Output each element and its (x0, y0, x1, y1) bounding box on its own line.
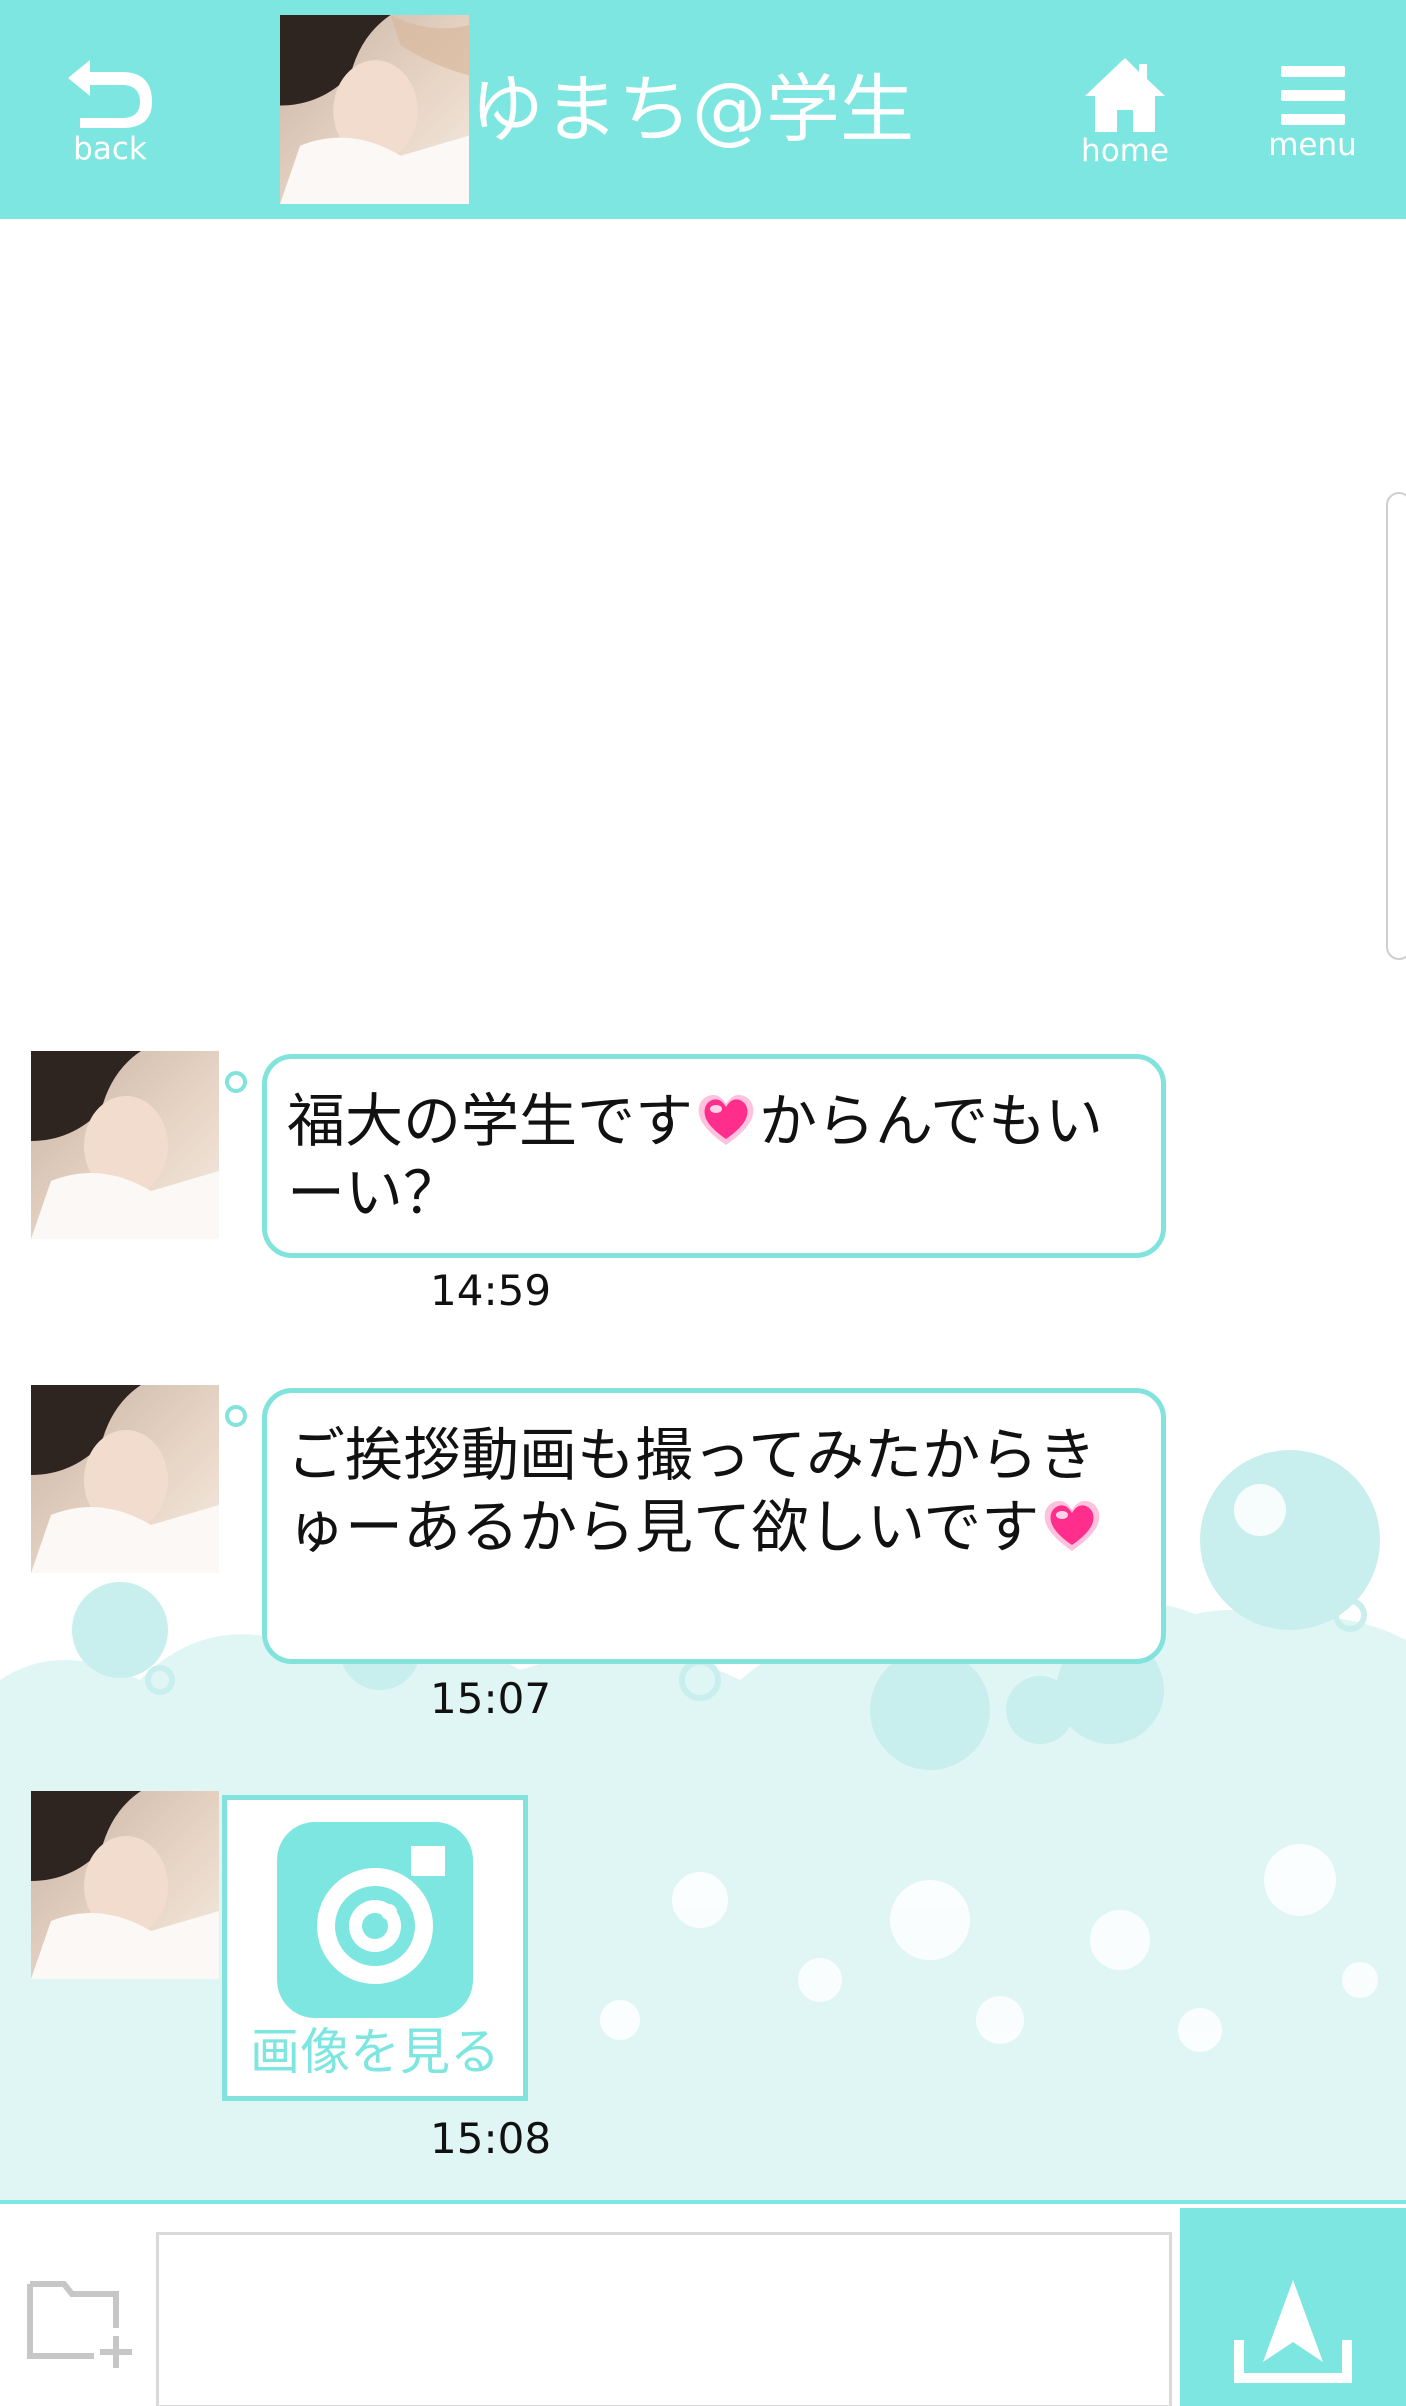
message-bubble[interactable]: ご挨拶動画も撮ってみたからきゅーあるから見て欲しいです (262, 1388, 1166, 1664)
contact-name: ゆまち@学生 (470, 67, 914, 153)
message-bubble[interactable]: 福大の学生です からんでもいーい？ (262, 1054, 1166, 1258)
back-label: back (73, 131, 147, 167)
heart-emoji-icon (698, 1095, 754, 1145)
sender-avatar[interactable] (31, 1791, 219, 1979)
back-button[interactable]: back (40, 0, 180, 219)
send-button[interactable] (1180, 2208, 1406, 2406)
sender-avatar[interactable] (31, 1051, 219, 1239)
back-arrow-icon (68, 60, 152, 128)
app-header: back ゆまち@学生 home menu (0, 0, 1406, 219)
home-button[interactable]: home (1070, 0, 1180, 219)
camera-icon (277, 1822, 473, 2018)
menu-label: menu (1268, 127, 1357, 163)
message-input[interactable] (156, 2232, 1172, 2406)
hamburger-menu-icon (1280, 66, 1345, 125)
view-image-label: 画像を見る (250, 2023, 500, 2081)
menu-button[interactable]: menu (1255, 0, 1370, 219)
message-input-bar (0, 2200, 1406, 2406)
folder-add-icon[interactable] (24, 2264, 134, 2374)
scrollbar-handle[interactable] (1386, 492, 1406, 960)
home-icon (1085, 58, 1165, 132)
sender-avatar[interactable] (31, 1385, 219, 1573)
home-label: home (1081, 133, 1169, 169)
heart-emoji-icon (1044, 1501, 1100, 1551)
view-image-button[interactable]: 画像を見る (222, 1795, 528, 2101)
message-timestamp: 15:08 (430, 2114, 552, 2163)
message-text: 福大の学生です (287, 1087, 694, 1155)
send-icon (1234, 2280, 1352, 2383)
message-timestamp: 15:07 (430, 1674, 552, 1723)
message-timestamp: 14:59 (430, 1266, 552, 1315)
contact-avatar[interactable] (280, 15, 469, 204)
message-text: ご挨拶動画も撮ってみたからきゅーあるから見て欲しいです (287, 1421, 1097, 1561)
bubble-tail (225, 1405, 247, 1427)
bubble-tail (225, 1071, 247, 1093)
